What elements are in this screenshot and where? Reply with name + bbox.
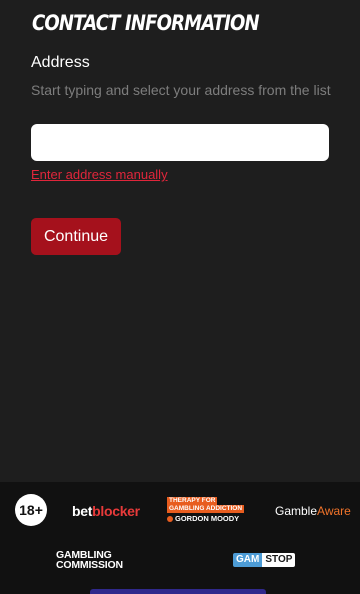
- gordon-moody-line2: GAMBLING ADDICTION: [167, 505, 245, 513]
- age-18-plus-badge[interactable]: 18+: [15, 494, 47, 526]
- gambling-commission-logo[interactable]: GAMBLING COMMISSION: [56, 550, 123, 571]
- page-title: CONTACT INFORMATION: [32, 11, 260, 35]
- betblocker-logo-text: bet: [72, 503, 93, 519]
- gamstop-logo[interactable]: GAM STOP: [233, 553, 296, 567]
- address-hint: Start typing and select your address fro…: [31, 82, 331, 98]
- address-label: Address: [31, 54, 90, 71]
- gordon-moody-name: GORDON MOODY: [167, 514, 251, 523]
- gamstop-logo-stop: STOP: [262, 553, 296, 567]
- contact-form-section: CONTACT INFORMATION Address Start typing…: [0, 0, 360, 482]
- gambleaware-logo[interactable]: GambleAware: [275, 504, 351, 518]
- gambling-commission-line2: COMMISSION: [56, 559, 123, 571]
- enter-address-manually-link[interactable]: Enter address manually: [31, 167, 168, 182]
- gordon-moody-dot-icon: [167, 515, 173, 522]
- betblocker-logo-accent: blocker: [92, 503, 140, 519]
- betblocker-logo[interactable]: betblocker: [72, 503, 140, 519]
- gambleaware-logo-accent: Aware: [317, 504, 351, 518]
- address-search-input[interactable]: [31, 124, 329, 161]
- bottom-bar: [90, 589, 266, 594]
- gordon-moody-logo[interactable]: THERAPY FOR GAMBLING ADDICTION GORDON MO…: [167, 497, 251, 525]
- gambleaware-logo-text: Gamble: [275, 504, 318, 518]
- gordon-moody-line3: GORDON MOODY: [175, 514, 240, 523]
- gamstop-logo-gam: GAM: [233, 553, 263, 567]
- continue-button[interactable]: Continue: [31, 218, 121, 255]
- gordon-moody-line1: THERAPY FOR: [167, 497, 218, 505]
